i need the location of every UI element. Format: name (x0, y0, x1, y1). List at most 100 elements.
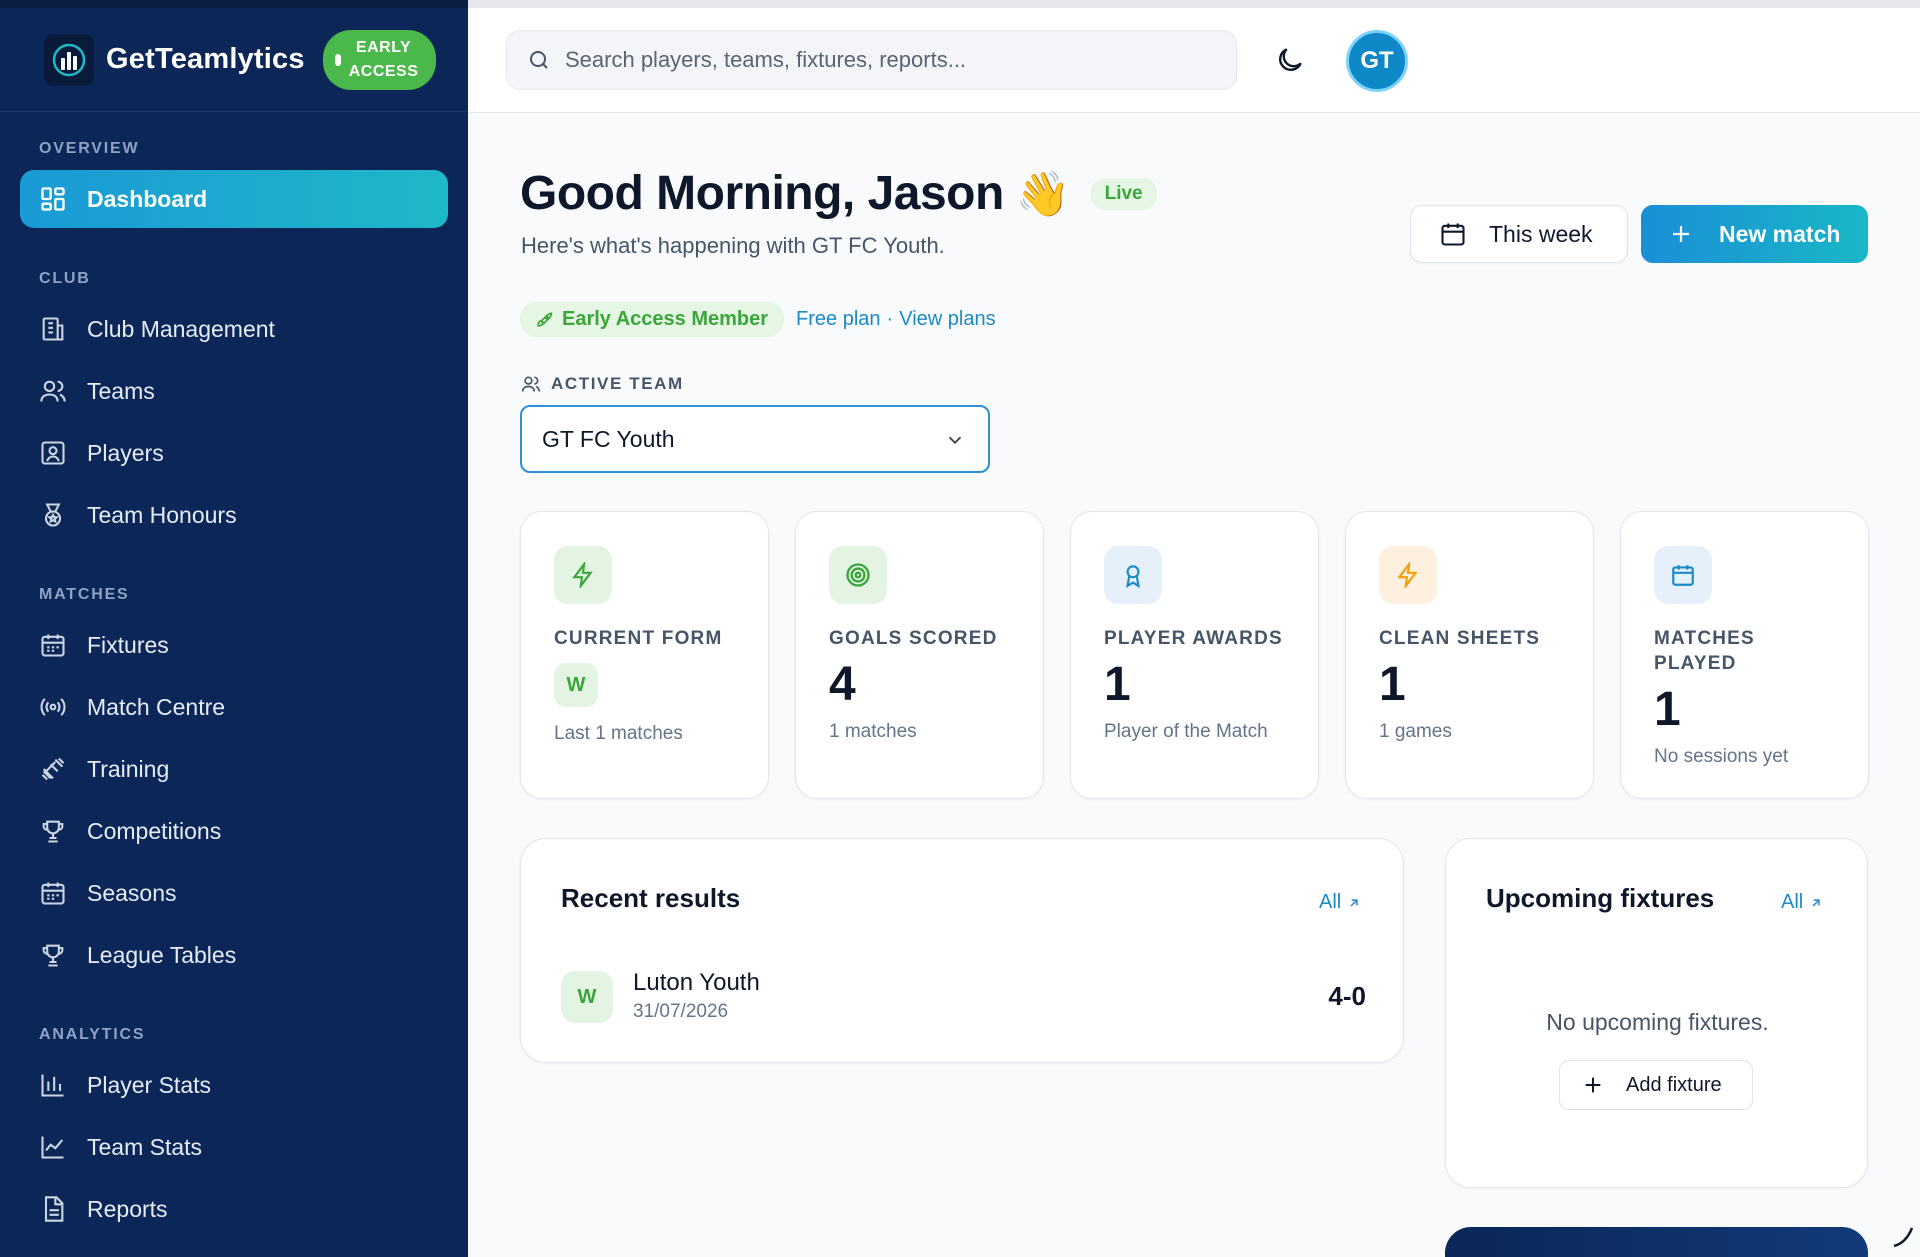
lightning-icon (1379, 546, 1437, 604)
add-fixture-label: Add fixture (1626, 1073, 1722, 1096)
stat-value: 1 (1379, 658, 1406, 711)
stat-label-line-1: MATCHES (1654, 628, 1755, 649)
sidebar-nav: OVERVIEW Dashboard CLUB Club Management … (0, 140, 468, 1238)
sidebar-item-reports[interactable]: Reports (20, 1180, 448, 1238)
calendar-icon (41, 634, 65, 657)
form-result-badge: W (554, 663, 598, 707)
greeting: Good Morning, Jason 👋 Live (520, 166, 1157, 221)
sidebar-item-training[interactable]: Training (20, 740, 448, 798)
sidebar-item-league-tables[interactable]: League Tables (20, 926, 448, 984)
theme-toggle-button[interactable] (1274, 44, 1306, 76)
this-week-label: This week (1489, 220, 1593, 247)
sidebar-item-fixtures[interactable]: Fixtures (20, 616, 448, 674)
search-icon (530, 51, 548, 69)
all-label: All (1319, 891, 1342, 913)
early-access-badge: EARLY ACCESS (322, 29, 437, 90)
free-plan-link[interactable]: Free plan (796, 308, 881, 331)
sidebar-item-match-centre[interactable]: Match Centre (20, 678, 448, 736)
nav-section-analytics: ANALYTICS (39, 1026, 146, 1043)
document-icon (44, 1196, 64, 1222)
page-title: Good Morning, Jason (520, 167, 1004, 220)
new-match-button[interactable]: New match (1641, 205, 1868, 263)
lightning-icon (554, 546, 612, 604)
recent-results-panel: Recent results All W Luton Youth 31/07/2… (520, 838, 1404, 1063)
nav-section-club: CLUB (39, 270, 91, 287)
sidebar-item-label: Match Centre (87, 693, 226, 720)
upcoming-fixtures-all-link[interactable]: All (1781, 891, 1823, 914)
logo-icon[interactable] (44, 33, 94, 86)
dumbbell-icon (41, 757, 65, 781)
stat-label: GOALS SCORED (829, 628, 998, 649)
sidebar-item-label: Club Management (87, 315, 275, 342)
promo-card (1445, 1227, 1868, 1257)
sidebar-item-team-stats[interactable]: Team Stats (20, 1118, 448, 1176)
sidebar-item-label: Team Stats (87, 1133, 203, 1160)
matches-played-card[interactable]: MATCHES PLAYED 1 No sessions yet (1620, 511, 1869, 799)
sidebar-item-club-management[interactable]: Club Management (20, 300, 448, 358)
sidebar: GetTeamlytics EARLY ACCESS OVERVIEW Dash… (0, 0, 468, 1257)
page-subtitle: Here's what's happening with GT FC Youth… (521, 233, 945, 258)
early-access-label: Early Access Member (562, 308, 769, 330)
search-input[interactable] (565, 47, 1205, 73)
award-icon (1104, 546, 1162, 604)
sidebar-item-label: Seasons (87, 879, 177, 906)
broadcast-icon (40, 698, 66, 716)
search-bar[interactable] (506, 30, 1237, 90)
active-team-select[interactable]: GT FC Youth (520, 405, 990, 473)
sidebar-item-label: Fixtures (87, 631, 169, 658)
badge-text: EARLY ACCESS (349, 36, 419, 84)
sidebar-item-label: League Tables (87, 941, 237, 968)
recent-results-all-link[interactable]: All (1319, 891, 1361, 914)
sidebar-item-label: Teams (87, 377, 155, 404)
new-match-label: New match (1719, 220, 1841, 247)
rocket-icon (537, 311, 553, 327)
stat-sub: 1 games (1379, 721, 1452, 742)
moon-icon (1279, 48, 1302, 71)
arrow-up-right-icon (1350, 898, 1358, 906)
sidebar-item-dashboard[interactable]: Dashboard (20, 170, 448, 228)
sidebar-item-teams[interactable]: Teams (20, 362, 448, 420)
recent-results-title: Recent results (561, 883, 741, 913)
goals-scored-card[interactable]: GOALS SCORED 4 1 matches (795, 511, 1044, 799)
sidebar-item-label: Dashboard (87, 185, 208, 212)
sidebar-item-team-honours[interactable]: Team Honours (20, 486, 448, 544)
stat-label: MATCHES PLAYED (1654, 626, 1868, 676)
nav-section-overview: OVERVIEW (39, 140, 140, 157)
avatar[interactable]: GT (1346, 30, 1408, 92)
arrow-up-right-icon (1812, 898, 1820, 906)
trophy-icon (42, 820, 64, 843)
users-icon (521, 376, 541, 392)
sidebar-item-label: Players (87, 439, 164, 466)
calendar-icon (41, 882, 65, 905)
current-form-card[interactable]: CURRENT FORM W Last 1 matches (520, 511, 769, 799)
line-chart-icon (41, 1136, 64, 1159)
player-card-icon (41, 441, 65, 465)
sidebar-item-player-stats[interactable]: Player Stats (20, 1056, 448, 1114)
sidebar-item-label: Reports (87, 1195, 168, 1222)
membership-row: Early Access Member Free plan · View pla… (520, 302, 996, 337)
plus-icon (1585, 1077, 1601, 1093)
calendar-icon (1441, 223, 1465, 246)
result-badge: W (561, 971, 613, 1023)
sidebar-item-competitions[interactable]: Competitions (20, 802, 448, 860)
sidebar-item-players[interactable]: Players (20, 424, 448, 482)
stat-cards: CURRENT FORM W Last 1 matches GOALS SCOR… (520, 511, 1869, 799)
table-row[interactable]: W Luton Youth 31/07/2026 4-0 (561, 969, 1366, 1027)
plus-icon (1673, 226, 1689, 242)
add-fixture-button[interactable]: Add fixture (1559, 1060, 1753, 1110)
sidebar-item-label: Player Stats (87, 1071, 211, 1098)
clean-sheets-card[interactable]: CLEAN SHEETS 1 1 games (1345, 511, 1594, 799)
sidebar-item-label: Training (87, 755, 170, 782)
stat-sub: Player of the Match (1104, 721, 1268, 742)
player-awards-card[interactable]: PLAYER AWARDS 1 Player of the Match (1070, 511, 1319, 799)
sidebar-item-label: Competitions (87, 817, 222, 844)
this-week-button[interactable]: This week (1410, 205, 1628, 263)
empty-state-message: No upcoming fixtures. (1546, 1009, 1769, 1035)
view-plans-link[interactable]: View plans (899, 308, 995, 331)
bar-chart-icon (41, 1074, 64, 1097)
sidebar-item-seasons[interactable]: Seasons (20, 864, 448, 922)
nav-section-matches: MATCHES (39, 586, 130, 603)
resize-handle-icon[interactable] (1888, 1222, 1916, 1250)
brand-name: GetTeamlytics (106, 43, 305, 75)
stat-sub: 1 matches (829, 721, 917, 742)
